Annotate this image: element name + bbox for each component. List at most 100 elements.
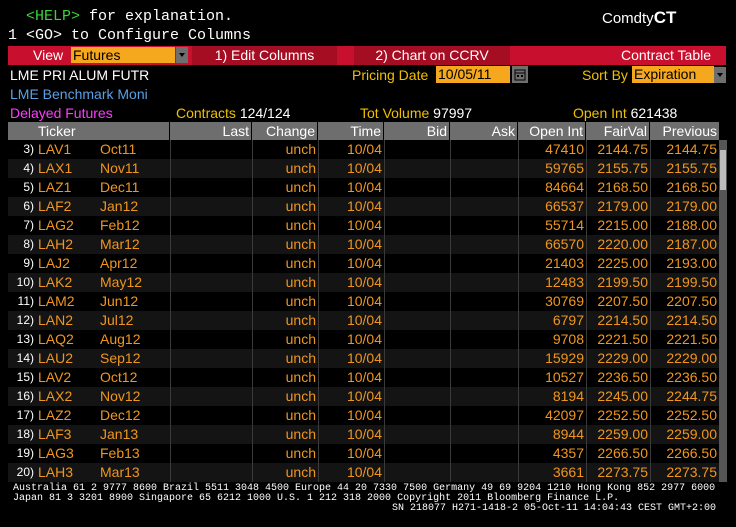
- col-previous-header[interactable]: Previous: [650, 122, 719, 140]
- ticker-cell[interactable]: LAJ2: [36, 254, 98, 273]
- month-cell: Jan12: [100, 198, 139, 214]
- month-cell: Jul12: [100, 312, 134, 328]
- contracts-label: Contracts: [176, 105, 236, 121]
- fairval-cell: 2179.00: [597, 198, 648, 214]
- previous-cell: 2259.00: [666, 426, 717, 442]
- month-cell: Oct11: [100, 141, 137, 157]
- ticker-cell[interactable]: LAK2: [36, 273, 98, 292]
- table-row[interactable]: 20) LAH3 Mar13 unch 10/04 3661 2273.75 2273.75: [8, 463, 719, 482]
- table-row[interactable]: 13) LAQ2 Aug12 unch 10/04 9708 2221.50 2221.50: [8, 330, 719, 349]
- table-row[interactable]: 6) LAF2 Jan12 unch 10/04 66537 2179.00 2179.00: [8, 197, 719, 216]
- calendar-icon[interactable]: [512, 66, 528, 83]
- open-int-cell: 66570: [545, 236, 584, 252]
- ticker-cell[interactable]: LAV1: [36, 140, 98, 159]
- fairval-cell: 2199.50: [597, 274, 648, 290]
- ticker-cell[interactable]: LAG2: [36, 216, 98, 235]
- ticker-cell[interactable]: LAU2: [36, 349, 98, 368]
- ticker-cell[interactable]: LAZ1: [36, 178, 98, 197]
- month-cell: Jun12: [100, 293, 139, 309]
- change-cell: unch: [285, 179, 316, 195]
- sort-by-dropdown[interactable]: Expiration: [632, 66, 714, 83]
- change-cell: unch: [285, 426, 316, 442]
- ticker-cell[interactable]: LAF2: [36, 197, 98, 216]
- table-row[interactable]: 7) LAG2 Feb12 unch 10/04 55714 2215.00 2188.00: [8, 216, 719, 235]
- previous-cell: 2193.00: [666, 255, 717, 271]
- open-int-cell: 8194: [552, 388, 584, 404]
- col-ask-header[interactable]: Ask: [450, 122, 518, 140]
- time-cell: 10/04: [346, 236, 382, 252]
- pricing-date-field[interactable]: 10/05/11: [436, 66, 510, 83]
- time-cell: 10/04: [346, 217, 382, 233]
- col-fairval-header[interactable]: FairVal: [586, 122, 650, 140]
- chevron-down-icon[interactable]: [176, 47, 188, 63]
- time-cell: 10/04: [346, 179, 382, 195]
- help-key[interactable]: <HELP>: [26, 8, 80, 25]
- table-row[interactable]: 3) LAV1 Oct11 unch 10/04 47410 2144.75 2144.75: [8, 140, 719, 159]
- change-cell: unch: [285, 445, 316, 461]
- table-row[interactable]: 17) LAZ2 Dec12 unch 10/04 42097 2252.50 2252.50: [8, 406, 719, 425]
- col-ticker-header[interactable]: Ticker: [36, 122, 170, 140]
- fairval-cell: 2207.50: [597, 293, 648, 309]
- row-number: 5): [23, 180, 34, 194]
- ticker-cell[interactable]: LAQ2: [36, 330, 98, 349]
- row-number: 12): [16, 313, 34, 327]
- table-row[interactable]: 12) LAN2 Jul12 unch 10/04 6797 2214.50 2214.50: [8, 311, 719, 330]
- chevron-down-icon[interactable]: [714, 67, 726, 83]
- change-cell: unch: [285, 236, 316, 252]
- table-row[interactable]: 18) LAF3 Jan13 unch 10/04 8944 2259.00 2259.00: [8, 425, 719, 444]
- ticker-cell[interactable]: LAX1: [36, 159, 98, 178]
- ticker-cell[interactable]: LAH3: [36, 463, 98, 482]
- col-last-header[interactable]: Last: [170, 122, 252, 140]
- open-int-cell: 8944: [552, 426, 584, 442]
- month-cell: Apr12: [100, 255, 138, 271]
- edit-columns-button[interactable]: 1) Edit Columns: [192, 46, 337, 65]
- open-int-cell: 66537: [545, 198, 584, 214]
- col-time-header[interactable]: Time: [318, 122, 384, 140]
- ticker-cell[interactable]: LAV2: [36, 368, 98, 387]
- ticker-cell[interactable]: LAZ2: [36, 406, 98, 425]
- table-row[interactable]: 9) LAJ2 Apr12 unch 10/04 21403 2225.00 2193.00: [8, 254, 719, 273]
- time-cell: 10/04: [346, 141, 382, 157]
- row-number: 15): [16, 370, 34, 384]
- table-row[interactable]: 10) LAK2 May12 unch 10/04 12483 2199.50 2199.50: [8, 273, 719, 292]
- table-scrollbar[interactable]: [719, 140, 727, 482]
- table-row[interactable]: 16) LAX2 Nov12 unch 10/04 8194 2245.00 2244.75: [8, 387, 719, 406]
- time-cell: 10/04: [346, 274, 382, 290]
- ticker-cell[interactable]: LAH2: [36, 235, 98, 254]
- open-int-cell: 21403: [545, 255, 584, 271]
- change-cell: unch: [285, 217, 316, 233]
- ticker-cell[interactable]: LAM2: [36, 292, 98, 311]
- row-number: 16): [16, 389, 34, 403]
- open-int-stat: Open Int 621438: [573, 105, 677, 121]
- table-row[interactable]: 4) LAX1 Nov11 unch 10/04 59765 2155.75 2155.75: [8, 159, 719, 178]
- fairval-cell: 2168.50: [597, 179, 648, 195]
- view-dropdown[interactable]: Futures: [71, 47, 175, 63]
- fairval-cell: 2225.00: [597, 255, 648, 271]
- month-cell: Sep12: [100, 350, 141, 366]
- scrollbar-thumb[interactable]: [720, 150, 726, 190]
- change-cell: unch: [285, 160, 316, 176]
- month-cell: Feb13: [100, 445, 140, 461]
- row-number: 6): [23, 199, 34, 213]
- ticker-cell[interactable]: LAG3: [36, 444, 98, 463]
- ticker-cell[interactable]: LAN2: [36, 311, 98, 330]
- table-row[interactable]: 5) LAZ1 Dec11 unch 10/04 84664 2168.50 2168.50: [8, 178, 719, 197]
- col-open-int-header[interactable]: Open Int: [518, 122, 586, 140]
- table-row[interactable]: 11) LAM2 Jun12 unch 10/04 30769 2207.50 2207.50: [8, 292, 719, 311]
- table-row[interactable]: 15) LAV2 Oct12 unch 10/04 10527 2236.50 2236.50: [8, 368, 719, 387]
- ticker-cell[interactable]: LAF3: [36, 425, 98, 444]
- month-cell: Nov12: [100, 388, 141, 404]
- change-cell: unch: [285, 388, 316, 404]
- row-number: 19): [16, 446, 34, 460]
- ticker-cell[interactable]: LAX2: [36, 387, 98, 406]
- table-row[interactable]: 19) LAG3 Feb13 unch 10/04 4357 2266.50 2266.50: [8, 444, 719, 463]
- col-change-header[interactable]: Change: [252, 122, 318, 140]
- chart-ccrv-button[interactable]: 2) Chart on CCRV: [354, 46, 510, 65]
- help-line: <HELP> for explanation.: [26, 8, 233, 25]
- table-row[interactable]: 14) LAU2 Sep12 unch 10/04 15929 2229.00 2229.00: [8, 349, 719, 368]
- col-bid-header[interactable]: Bid: [384, 122, 450, 140]
- previous-cell: 2144.75: [666, 141, 717, 157]
- table-row[interactable]: 8) LAH2 Mar12 unch 10/04 66570 2220.00 2187.00: [8, 235, 719, 254]
- previous-cell: 2221.50: [666, 331, 717, 347]
- time-cell: 10/04: [346, 407, 382, 423]
